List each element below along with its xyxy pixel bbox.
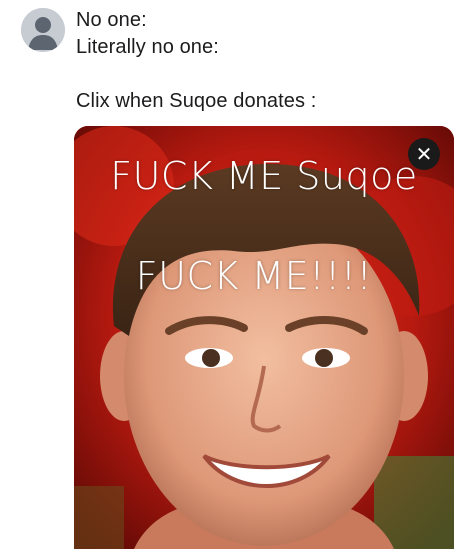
default-avatar-icon	[21, 8, 65, 52]
avatar[interactable]	[21, 8, 65, 52]
tweet-line-gap	[76, 61, 316, 88]
tweet-line: Literally no one:	[76, 36, 219, 58]
tweet-line: No one:	[76, 9, 147, 31]
tweet-line: Clix when Suqoe donates :	[76, 90, 317, 112]
close-icon[interactable]: ✕	[408, 138, 440, 170]
tweet-text: No one: Literally no one: Clix when Suqo…	[76, 7, 316, 115]
meme-caption-middle: FUCK ME!!!!	[135, 254, 373, 298]
tweet-media-image[interactable]: FUCK ME Suqoe FUCK ME!!!! ✕	[74, 126, 454, 549]
meme-caption-top: FUCK ME Suqoe	[110, 154, 418, 198]
